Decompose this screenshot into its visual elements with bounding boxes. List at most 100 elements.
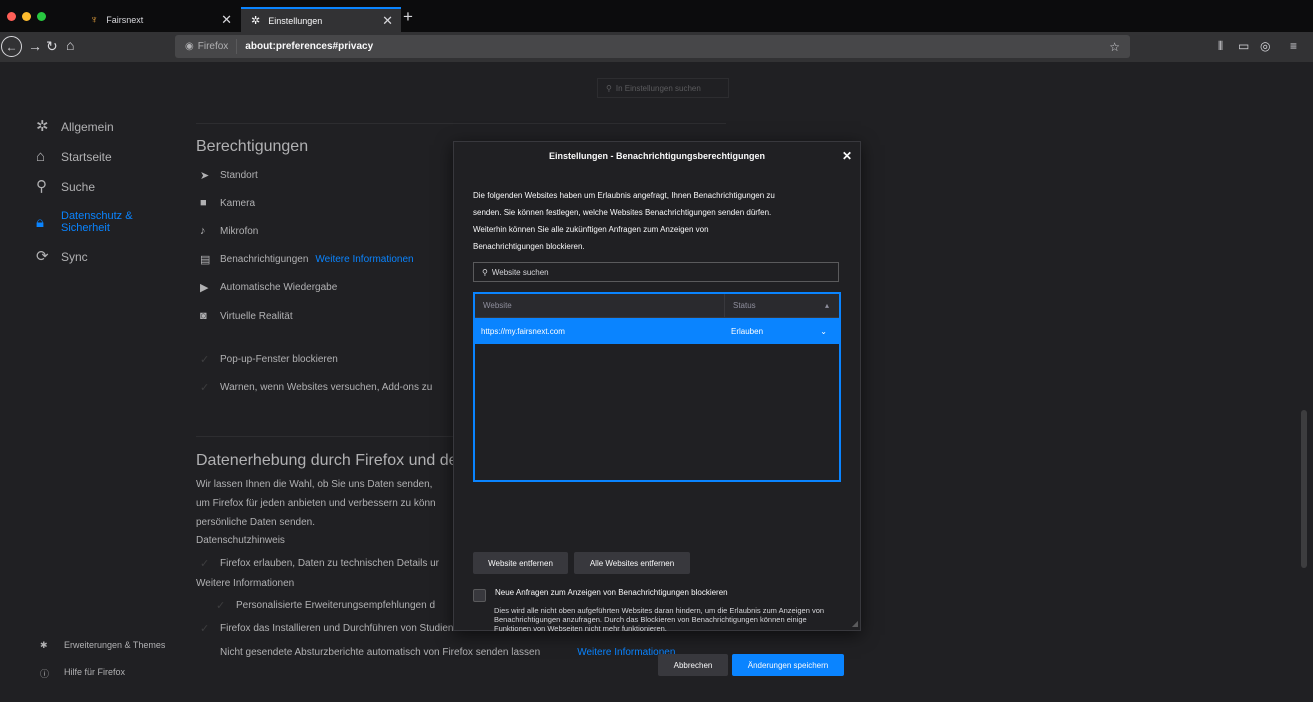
table-header: Website Status ▴ <box>475 293 839 318</box>
column-status[interactable]: Status ▴ <box>725 301 839 310</box>
search-icon: ⚲ <box>36 178 47 195</box>
permission-label: Virtuelle Realität <box>220 310 293 322</box>
crash-reports-checkbox[interactable]: Nicht gesendete Absturzberichte automati… <box>200 647 675 658</box>
checkmark-icon: ✓ <box>216 600 226 612</box>
permission-camera: ■ Kamera <box>200 197 255 209</box>
new-tab-button[interactable]: + <box>403 7 413 27</box>
url-text[interactable]: about:preferences#privacy <box>237 41 373 52</box>
category-label: Datenschutz & Sicherheit <box>61 210 133 234</box>
category-label: Sync <box>61 250 88 264</box>
url-bar[interactable]: ◉ Firefox about:preferences#privacy ☆ <box>175 35 1130 58</box>
category-general[interactable]: ✲ Allgemein <box>36 118 133 135</box>
column-label: Status <box>733 301 756 310</box>
checkmark-icon: ✓ <box>200 558 210 570</box>
dialog-title-bar: Einstellungen - Benachrichtigungsberecht… <box>454 142 860 169</box>
checkmark-icon: ✓ <box>200 623 210 635</box>
table-row[interactable]: https://my.fairsnext.com Erlauben ⌄ <box>475 318 839 344</box>
website-search-input[interactable]: ⚲ Website suchen <box>473 262 839 282</box>
popup-block-checkbox[interactable]: ✓ Pop-up-Fenster blockieren <box>200 353 338 366</box>
preferences-page: ⚲ In Einstellungen suchen ✲ Allgemein ⌂ … <box>0 62 1313 702</box>
sidebar-icon[interactable]: ▭ <box>1238 39 1249 53</box>
cancel-button[interactable]: Abbrechen <box>658 654 728 676</box>
notification-icon: ▤ <box>200 254 211 266</box>
navigation-toolbar: ← → ↻ ⌂ ◉ Firefox about:preferences#priv… <box>0 32 1313 62</box>
close-tab-icon[interactable]: ✕ <box>382 13 393 29</box>
dialog-title: Einstellungen - Benachrichtigungsberecht… <box>548 150 766 161</box>
firefox-icon: ◉ <box>185 41 194 52</box>
close-window-button[interactable] <box>7 12 16 21</box>
category-privacy[interactable]: 🔒︎ Datenschutz & Sicherheit <box>36 210 133 234</box>
camera-icon: ■ <box>200 197 207 209</box>
search-placeholder: Website suchen <box>491 267 549 277</box>
gear-icon: ✲ <box>36 118 49 135</box>
autoplay-icon: ▶ <box>200 282 209 294</box>
checkbox-label: Pop-up-Fenster blockieren <box>220 354 338 365</box>
category-sync[interactable]: ⟳ Sync <box>36 248 133 265</box>
privacy-notice-link[interactable]: Datenschutzhinweis <box>196 531 285 550</box>
dialog-description: Die folgenden Websites haben um Erlaubni… <box>473 191 775 251</box>
tab-fairsnext[interactable]: ♆ Fairsnext ✕ <box>80 7 240 32</box>
close-tab-icon[interactable]: ✕ <box>221 12 232 28</box>
microphone-icon: ♪ <box>200 225 206 237</box>
bookmark-star-icon[interactable]: ☆ <box>1109 40 1120 54</box>
remove-website-button[interactable]: Website entfernen <box>473 552 568 574</box>
checkbox-label: Neue Anfragen zum Anzeigen von Benachric… <box>495 588 728 597</box>
identity-box[interactable]: ◉ Firefox <box>175 39 238 54</box>
column-website[interactable]: Website <box>475 293 725 318</box>
firefox-help-link[interactable]: ⓘ Hilfe für Firefox <box>40 667 165 680</box>
checkbox-label: Firefox erlauben, Daten zu technischen D… <box>220 558 440 569</box>
notifications-more-info-link[interactable]: Weitere Informationen <box>315 254 413 265</box>
resize-grip-icon[interactable]: ◢ <box>852 619 858 628</box>
personalized-recommendations-checkbox[interactable]: ✓ Personalisierte Erweiterungsempfehlung… <box>216 599 435 612</box>
back-button[interactable]: ← <box>1 36 22 57</box>
sort-up-icon: ▴ <box>824 301 829 310</box>
save-changes-button[interactable]: Änderungen speichern <box>732 654 844 676</box>
category-home[interactable]: ⌂ Startseite <box>36 148 133 165</box>
permission-label: Kamera <box>220 197 256 209</box>
home-button[interactable]: ⌂ <box>66 37 74 53</box>
page-scrollbar[interactable] <box>1301 410 1307 568</box>
puzzle-icon: ✱ <box>40 640 48 650</box>
tech-data-checkbox[interactable]: ✓ Firefox erlauben, Daten zu technischen… <box>200 557 439 570</box>
minimize-window-button[interactable] <box>22 12 31 21</box>
category-label: Startseite <box>61 150 112 164</box>
tab-title: Fairsnext <box>106 14 144 25</box>
reload-button[interactable]: ↻ <box>46 38 58 55</box>
menu-icon[interactable]: ≡ <box>1290 39 1297 53</box>
block-new-requests-checkbox[interactable]: Neue Anfragen zum Anzeigen von Benachric… <box>473 588 728 602</box>
website-list[interactable]: Website Status ▴ https://my.fairsnext.co… <box>473 292 841 482</box>
category-search[interactable]: ⚲ Suche <box>36 178 133 195</box>
permission-location: ➤ Standort <box>200 169 258 182</box>
sync-icon: ⟳ <box>36 248 49 265</box>
tab-title: Einstellungen <box>268 15 323 26</box>
data-collection-text: Wir lassen Ihnen die Wahl, ob Sie uns Da… <box>196 479 436 528</box>
extensions-themes-link[interactable]: ✱ Erweiterungen & Themes <box>40 640 165 651</box>
status-select[interactable]: Erlauben ⌄ <box>725 327 839 336</box>
addon-warn-checkbox[interactable]: ✓ Warnen, wenn Websites versuchen, Add-o… <box>200 381 432 394</box>
extension-icon[interactable]: ◎ <box>1260 39 1270 53</box>
checkbox-label: Warnen, wenn Websites versuchen, Add-ons… <box>220 382 433 393</box>
close-icon[interactable]: ✕ <box>842 149 852 163</box>
maximize-window-button[interactable] <box>37 12 46 21</box>
checkbox-box[interactable] <box>473 589 486 602</box>
checkbox-label: Personalisierte Erweiterungsempfehlungen… <box>236 600 436 611</box>
search-placeholder: In Einstellungen suchen <box>615 83 701 93</box>
footer-label: Hilfe für Firefox <box>64 667 126 677</box>
remove-all-websites-button[interactable]: Alle Websites entfernen <box>574 552 690 574</box>
block-description: Dies wird alle nicht oben aufgeführten W… <box>494 606 825 633</box>
tech-data-more-info-link[interactable]: Weitere Informationen <box>196 574 294 593</box>
back-arrow-icon: ← <box>5 39 18 54</box>
category-list: ✲ Allgemein ⌂ Startseite ⚲ Suche 🔒︎ Date… <box>36 118 133 280</box>
forward-button[interactable]: → <box>28 38 42 54</box>
home-icon: ⌂ <box>36 148 46 165</box>
search-icon: ⚲ <box>482 267 488 277</box>
gear-icon: ✲ <box>251 15 261 27</box>
notification-permissions-dialog: Einstellungen - Benachrichtigungsberecht… <box>453 141 861 676</box>
preferences-search-input[interactable]: ⚲ In Einstellungen suchen <box>597 78 729 98</box>
permissions-heading: Berechtigungen <box>196 138 309 155</box>
tab-einstellungen[interactable]: ✲ Einstellungen ✕ <box>241 7 401 32</box>
permission-label: Standort <box>220 170 258 181</box>
library-icon[interactable]: ⫴ <box>1218 39 1223 54</box>
location-icon: ➤ <box>200 170 210 182</box>
permission-notifications: ▤ Benachrichtigungen Weitere Information… <box>200 253 414 266</box>
